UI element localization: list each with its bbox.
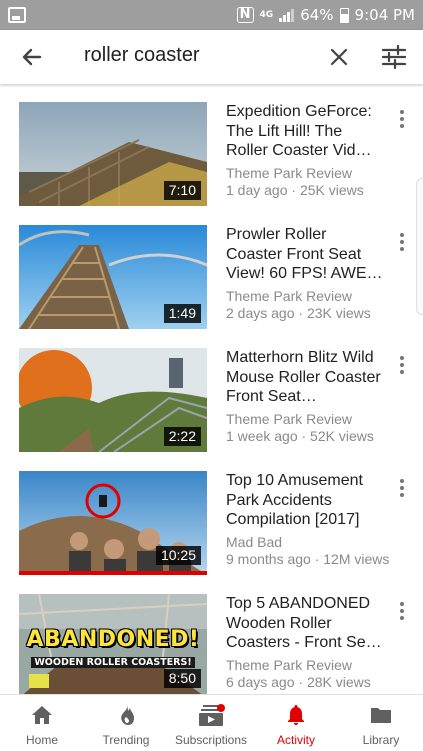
video-thumbnail[interactable]: 10:25: [19, 471, 207, 575]
video-duration: 2:22: [163, 427, 201, 446]
video-thumbnail[interactable]: ABANDONED! WOODEN ROLLER COASTERS! 8:50: [19, 594, 207, 695]
more-options-icon[interactable]: [396, 110, 408, 130]
video-duration: 10:25: [155, 546, 201, 565]
video-meta: 2 days ago · 23K views: [226, 305, 371, 321]
video-title[interactable]: Top 5 ABANDONED Wooden Roller Coasters -…: [226, 594, 386, 653]
video-meta: 1 day ago · 25K views: [226, 182, 364, 198]
video-thumbnail[interactable]: 2:22: [19, 348, 207, 452]
channel-name: Theme Park Review: [226, 657, 353, 673]
search-bar: roller coaster: [0, 30, 423, 84]
video-title[interactable]: Prowler Roller Coaster Front Seat View! …: [226, 225, 386, 284]
status-bar-right: N 4G 64% 9:04 PM: [236, 6, 415, 24]
subscriptions-icon: [199, 703, 225, 727]
video-result[interactable]: 2:22 Matterhorn Blitz Wild Mouse Roller …: [0, 336, 423, 452]
battery-icon: [339, 7, 349, 23]
video-meta: 1 week ago · 52K views: [226, 428, 374, 444]
nav-label: Trending: [102, 733, 150, 747]
image-icon: [8, 7, 26, 23]
more-options-icon[interactable]: [396, 356, 408, 376]
video-result[interactable]: 7:10 Expedition GeForce: The Lift Hill! …: [0, 90, 423, 206]
thumbnail-subline: WOODEN ROLLER COASTERS!: [31, 657, 195, 668]
nav-subscriptions[interactable]: Subscriptions: [169, 695, 253, 751]
signal-icon: [279, 8, 295, 22]
search-query[interactable]: roller coaster: [84, 44, 200, 67]
nav-trending[interactable]: Trending: [84, 695, 168, 751]
search-results-list[interactable]: 7:10 Expedition GeForce: The Lift Hill! …: [0, 90, 423, 695]
more-options-icon[interactable]: [396, 479, 408, 499]
channel-name: Theme Park Review: [226, 288, 353, 304]
video-meta: 6 days ago · 28K views: [226, 674, 371, 690]
folder-icon: [369, 703, 393, 727]
more-options-icon[interactable]: [396, 233, 408, 253]
watched-progress-bar: [19, 571, 207, 575]
video-result[interactable]: 1:49 Prowler Roller Coaster Front Seat V…: [0, 213, 423, 329]
home-icon: [30, 703, 54, 727]
channel-name: Theme Park Review: [226, 411, 353, 427]
video-title[interactable]: Matterhorn Blitz Wild Mouse Roller Coast…: [226, 348, 386, 407]
video-result[interactable]: ABANDONED! WOODEN ROLLER COASTERS! 8:50 …: [0, 582, 423, 695]
clear-icon[interactable]: [326, 44, 352, 70]
bottom-navigation: Home Trending Subscriptions Activity Lib…: [0, 694, 423, 751]
channel-name: Theme Park Review: [226, 165, 353, 181]
clock: 9:04 PM: [354, 6, 415, 24]
thumbnail-overlay-text: ABANDONED! WOODEN ROLLER COASTERS!: [19, 628, 207, 670]
battery-percent: 64%: [300, 6, 334, 24]
more-options-icon[interactable]: [396, 602, 408, 622]
video-title[interactable]: Top 10 Amusement Park Accidents Compilat…: [226, 471, 386, 530]
hd-signal-icon: 4G: [259, 10, 274, 20]
nav-library[interactable]: Library: [339, 695, 423, 751]
video-thumbnail[interactable]: 1:49: [19, 225, 207, 329]
filter-icon[interactable]: [380, 43, 408, 71]
nav-label: Subscriptions: [174, 733, 248, 747]
bell-icon: [284, 703, 308, 727]
nfc-icon: N: [236, 7, 254, 23]
video-thumbnail[interactable]: 7:10: [19, 102, 207, 206]
nav-home[interactable]: Home: [0, 695, 84, 751]
nav-activity[interactable]: Activity: [254, 695, 338, 751]
video-duration: 8:50: [163, 669, 201, 688]
video-result[interactable]: 10:25 Top 10 Amusement Park Accidents Co…: [0, 459, 423, 575]
status-bar: N 4G 64% 9:04 PM: [0, 0, 423, 30]
video-duration: 1:49: [163, 304, 201, 323]
nav-label: Home: [25, 733, 58, 747]
video-title[interactable]: Expedition GeForce: The Lift Hill! The R…: [226, 102, 386, 161]
trending-flame-icon: [114, 703, 138, 727]
video-duration: 7:10: [163, 181, 201, 200]
channel-name: Mad Bad: [226, 534, 283, 550]
nav-label: Library: [362, 733, 400, 747]
nav-label: Activity: [276, 733, 315, 747]
back-arrow-icon[interactable]: [18, 43, 46, 71]
thumbnail-headline: ABANDONED!: [26, 627, 200, 652]
scroll-edge-handle[interactable]: [416, 178, 423, 315]
video-meta: 9 months ago · 12M views: [226, 551, 390, 567]
